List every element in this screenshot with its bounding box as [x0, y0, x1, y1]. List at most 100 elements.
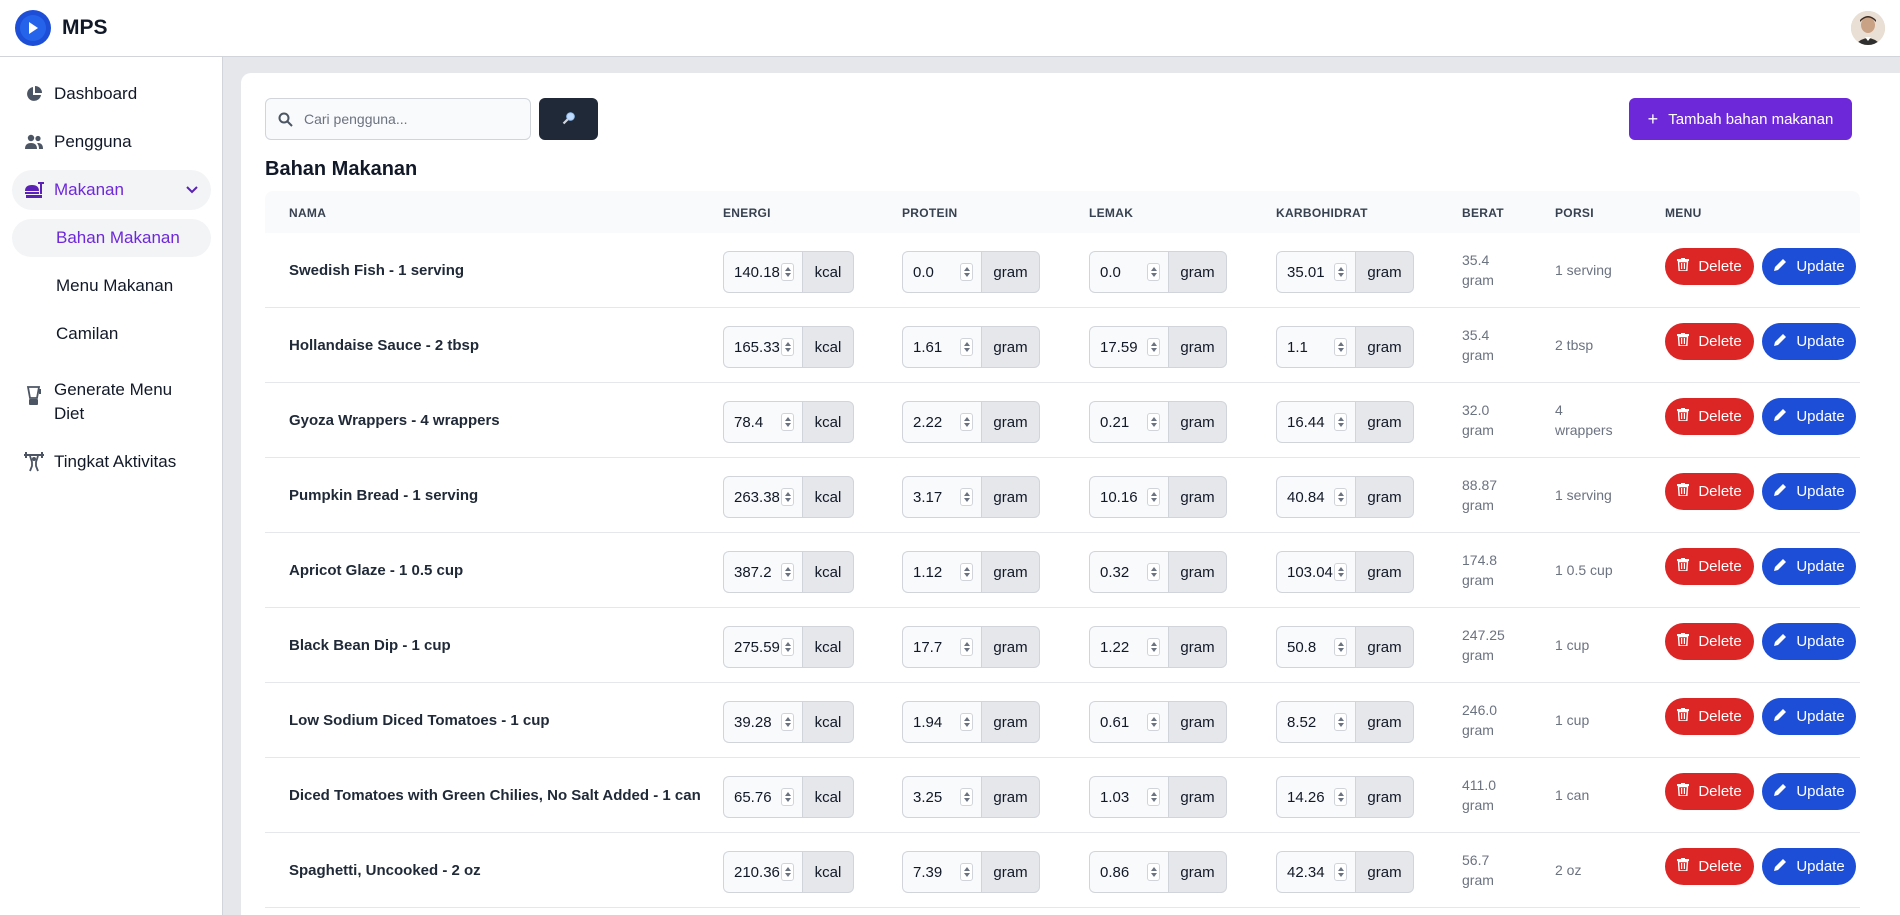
number-spinner-icon[interactable] — [960, 563, 973, 581]
karbohidrat-input[interactable]: 35.01 — [1276, 251, 1355, 293]
lemak-input[interactable]: 17.59 — [1089, 326, 1168, 368]
lemak-input[interactable]: 10.16 — [1089, 476, 1168, 518]
protein-input[interactable]: 0.0 — [902, 251, 981, 293]
number-spinner-icon[interactable] — [781, 338, 794, 356]
number-spinner-icon[interactable] — [1334, 638, 1347, 656]
number-spinner-icon[interactable] — [1334, 713, 1347, 731]
protein-input[interactable]: 7.39 — [902, 851, 981, 893]
number-spinner-icon[interactable] — [1334, 413, 1347, 431]
number-spinner-icon[interactable] — [1147, 863, 1160, 881]
app-logo-icon[interactable] — [15, 10, 51, 46]
number-spinner-icon[interactable] — [781, 638, 794, 656]
number-spinner-icon[interactable] — [1147, 488, 1160, 506]
sidebar-subitem-bahan-makanan[interactable]: Bahan Makanan — [12, 219, 211, 257]
user-avatar[interactable] — [1851, 11, 1885, 45]
energi-input[interactable]: 39.28 — [723, 701, 802, 743]
karbohidrat-input[interactable]: 40.84 — [1276, 476, 1355, 518]
lemak-input[interactable]: 0.86 — [1089, 851, 1168, 893]
delete-button[interactable]: Delete — [1665, 398, 1754, 435]
lemak-input[interactable]: 1.22 — [1089, 626, 1168, 668]
number-spinner-icon[interactable] — [1147, 563, 1160, 581]
delete-button[interactable]: Delete — [1665, 848, 1754, 885]
protein-input[interactable]: 3.25 — [902, 776, 981, 818]
sidebar-subitem-camilan[interactable]: Camilan — [12, 315, 211, 353]
sidebar-item-tingkat-aktivitas[interactable]: Tingkat Aktivitas — [12, 442, 211, 482]
number-spinner-icon[interactable] — [1334, 263, 1347, 281]
number-spinner-icon[interactable] — [781, 263, 794, 281]
number-spinner-icon[interactable] — [960, 488, 973, 506]
number-spinner-icon[interactable] — [1334, 338, 1347, 356]
number-spinner-icon[interactable] — [1147, 713, 1160, 731]
energi-input[interactable]: 65.76 — [723, 776, 802, 818]
sidebar-item-dashboard[interactable]: Dashboard — [12, 74, 211, 114]
update-button[interactable]: Update — [1762, 773, 1856, 810]
number-spinner-icon[interactable] — [781, 488, 794, 506]
energi-input[interactable]: 210.36 — [723, 851, 802, 893]
number-spinner-icon[interactable] — [960, 863, 973, 881]
add-food-ingredient-button[interactable]: + Tambah bahan makanan — [1629, 98, 1852, 140]
number-spinner-icon[interactable] — [781, 563, 794, 581]
karbohidrat-input[interactable]: 16.44 — [1276, 401, 1355, 443]
energi-input[interactable]: 387.2 — [723, 551, 802, 593]
number-spinner-icon[interactable] — [960, 788, 973, 806]
karbohidrat-input[interactable]: 8.52 — [1276, 701, 1355, 743]
karbohidrat-input[interactable]: 1.1 — [1276, 326, 1355, 368]
number-spinner-icon[interactable] — [1147, 338, 1160, 356]
lemak-input[interactable]: 0.61 — [1089, 701, 1168, 743]
number-spinner-icon[interactable] — [781, 788, 794, 806]
update-button[interactable]: Update — [1762, 548, 1856, 585]
number-spinner-icon[interactable] — [1334, 863, 1347, 881]
number-spinner-icon[interactable] — [1334, 788, 1347, 806]
update-button[interactable]: Update — [1762, 848, 1856, 885]
sidebar-item-generate-menu-diet[interactable]: Generate Menu Diet — [12, 378, 211, 426]
delete-button[interactable]: Delete — [1665, 623, 1754, 660]
lemak-input[interactable]: 1.03 — [1089, 776, 1168, 818]
sidebar-item-pengguna[interactable]: Pengguna — [12, 122, 211, 162]
update-button[interactable]: Update — [1762, 398, 1856, 435]
protein-input[interactable]: 1.94 — [902, 701, 981, 743]
protein-input[interactable]: 1.12 — [902, 551, 981, 593]
sidebar-subitem-menu-makanan[interactable]: Menu Makanan — [12, 267, 211, 305]
lemak-input[interactable]: 0.0 — [1089, 251, 1168, 293]
energi-input[interactable]: 275.59 — [723, 626, 802, 668]
protein-input[interactable]: 2.22 — [902, 401, 981, 443]
number-spinner-icon[interactable] — [960, 263, 973, 281]
protein-input[interactable]: 17.7 — [902, 626, 981, 668]
number-spinner-icon[interactable] — [1147, 638, 1160, 656]
energi-input[interactable]: 165.33 — [723, 326, 802, 368]
delete-button[interactable]: Delete — [1665, 473, 1754, 510]
number-spinner-icon[interactable] — [1147, 263, 1160, 281]
delete-button[interactable]: Delete — [1665, 323, 1754, 360]
update-button[interactable]: Update — [1762, 473, 1856, 510]
delete-button[interactable]: Delete — [1665, 773, 1754, 810]
delete-button[interactable]: Delete — [1665, 698, 1754, 735]
update-button[interactable]: Update — [1762, 323, 1856, 360]
update-button[interactable]: Update — [1762, 698, 1856, 735]
karbohidrat-input[interactable]: 14.26 — [1276, 776, 1355, 818]
delete-button[interactable]: Delete — [1665, 548, 1754, 585]
number-spinner-icon[interactable] — [960, 338, 973, 356]
search-input[interactable] — [304, 111, 524, 127]
energi-input[interactable]: 263.38 — [723, 476, 802, 518]
number-spinner-icon[interactable] — [960, 638, 973, 656]
karbohidrat-input[interactable]: 50.8 — [1276, 626, 1355, 668]
update-button[interactable]: Update — [1762, 623, 1856, 660]
protein-input[interactable]: 3.17 — [902, 476, 981, 518]
search-button[interactable] — [539, 98, 598, 140]
number-spinner-icon[interactable] — [1147, 413, 1160, 431]
lemak-input[interactable]: 0.21 — [1089, 401, 1168, 443]
number-spinner-icon[interactable] — [960, 413, 973, 431]
number-spinner-icon[interactable] — [1334, 488, 1347, 506]
search-field[interactable] — [265, 98, 531, 140]
number-spinner-icon[interactable] — [1147, 788, 1160, 806]
energi-input[interactable]: 140.18 — [723, 251, 802, 293]
sidebar-item-makanan[interactable]: Makanan — [12, 170, 211, 210]
delete-button[interactable]: Delete — [1665, 248, 1754, 285]
number-spinner-icon[interactable] — [781, 713, 794, 731]
energi-input[interactable]: 78.4 — [723, 401, 802, 443]
number-spinner-icon[interactable] — [781, 413, 794, 431]
number-spinner-icon[interactable] — [781, 863, 794, 881]
number-spinner-icon[interactable] — [1334, 563, 1347, 581]
protein-input[interactable]: 1.61 — [902, 326, 981, 368]
number-spinner-icon[interactable] — [960, 713, 973, 731]
